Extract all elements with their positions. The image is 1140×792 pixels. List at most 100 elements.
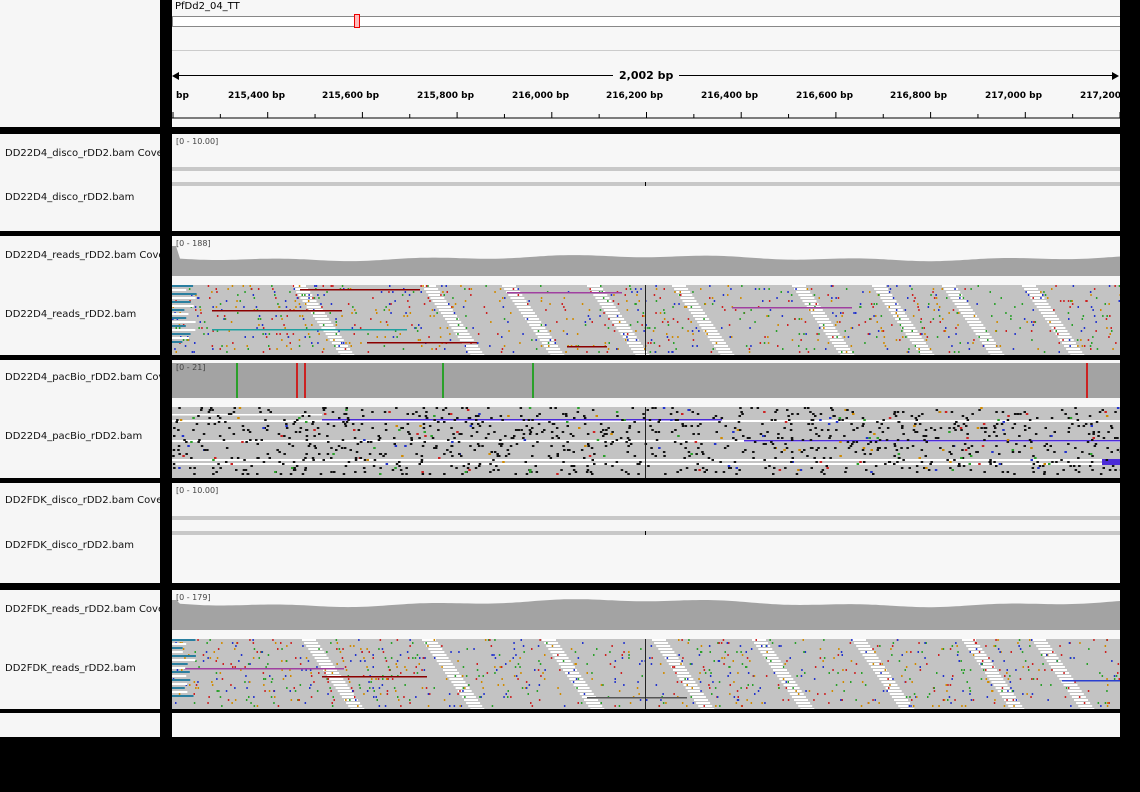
track-data-panel[interactable]: [0 - 10.00] [172,134,1120,231]
mismatch-base [780,451,783,453]
mismatch-base [698,654,701,656]
mismatch-base [673,666,676,668]
read-gap [975,333,990,335]
mismatch-base [584,445,587,447]
mismatch-base [545,324,547,326]
mismatch-base [293,687,295,689]
coverage-plot[interactable] [172,236,1120,276]
mismatch-base [650,447,653,449]
read-gap [329,678,344,680]
mismatch-base [519,342,521,344]
mismatch-base [368,651,370,653]
mismatch-base [243,459,246,461]
mismatch-base [350,345,352,347]
mismatch-base [855,699,857,701]
track-name-panel[interactable]: DD22D4_disco_rDD2.bam Coverage DD22D4_di… [0,134,160,231]
mismatch-base [1102,467,1105,469]
mismatch-base [346,417,350,419]
read-gap [306,645,321,647]
mismatch-base [237,417,240,419]
mismatch-base [993,425,996,427]
mismatch-base [985,678,988,680]
mismatch-base [1007,678,1010,680]
coverage-track-label[interactable]: DD22D4_disco_rDD2.bam Coverage [5,148,160,159]
mismatch-base [981,660,984,662]
mismatch-base [1000,297,1002,299]
mismatch-base [354,309,356,311]
mismatch-base [415,411,418,413]
mismatch-base [902,336,904,338]
mismatch-base [748,437,751,439]
track-name-panel[interactable]: DD22D4_pacBio_rDD2.bam Coverage DD22D4_p… [0,360,160,478]
mismatch-base [672,666,674,668]
mismatch-base [500,445,503,447]
mismatch-base [444,348,446,350]
mismatch-base [383,309,386,311]
mismatch-base [715,342,718,344]
variant-bar [236,363,238,398]
mismatch-base [1031,693,1034,695]
mismatch-base [291,445,295,447]
mismatch-base [221,642,223,644]
mismatch-base [305,453,308,455]
coverage-track-label[interactable]: DD2FDK_disco_rDD2.bam Coverage [5,495,160,506]
track-data-panel[interactable]: [0 - 21] [172,360,1120,478]
mismatch-base [625,288,628,290]
ruler-panel[interactable]: PfDd2_04_TT 2,002 bp bp 215,400 bp 215,6… [172,0,1120,127]
read-gap [616,327,631,329]
mismatch-base [876,336,878,338]
mismatch-base [814,666,817,668]
mismatch-base [761,423,764,425]
alignment-track-label[interactable]: DD2FDK_disco_rDD2.bam [5,540,134,551]
mismatch-base [944,411,948,413]
alignment-track-label[interactable]: DD22D4_pacBio_rDD2.bam [5,431,142,442]
mismatch-base [468,684,470,686]
coverage-track-label[interactable]: DD22D4_reads_rDD2.bam Coverage [5,250,160,261]
mismatch-base [884,463,887,465]
read-gap [296,291,311,293]
mismatch-base [729,672,732,674]
alignment-track-label[interactable]: DD22D4_reads_rDD2.bam [5,309,136,320]
mismatch-base [738,415,741,417]
mismatch-base [652,330,655,332]
mismatch-base [1071,324,1073,326]
mismatch-base [981,663,983,665]
mismatch-base [267,654,270,656]
mismatch-base [895,303,897,305]
track-data-panel[interactable]: [0 - 188] [172,236,1120,355]
mismatch-base [345,342,347,344]
mismatch-base [465,315,467,317]
mismatch-base [173,435,176,437]
coverage-plot[interactable] [172,590,1120,630]
track-name-panel[interactable]: DD2FDK_disco_rDD2.bam Coverage DD2FDK_di… [0,483,160,583]
mismatch-base [368,453,372,455]
mismatch-base [429,693,431,695]
mismatch-base [713,300,716,302]
mismatch-base [212,459,215,461]
mismatch-base [741,413,744,415]
mismatch-base [792,687,794,689]
track-data-panel[interactable]: [0 - 179] [172,590,1120,709]
mismatch-base [462,690,464,692]
alignment-track-label[interactable]: DD2FDK_reads_rDD2.bam [5,663,136,674]
mismatch-base [272,639,274,641]
mismatch-base [1062,339,1064,341]
variant-bar [1086,363,1088,398]
coverage-track-label[interactable]: DD2FDK_reads_rDD2.bam Coverage [5,604,160,615]
mismatch-base [245,699,248,701]
mismatch-base [646,409,649,411]
coverage-track-label[interactable]: DD22D4_pacBio_rDD2.bam Coverage [5,372,160,383]
track-name-panel[interactable]: DD22D4_reads_rDD2.bam Coverage DD22D4_re… [0,236,160,355]
mismatch-base [330,457,333,459]
mismatch-base [995,345,998,347]
mismatch-base [502,306,505,308]
mismatch-base [627,339,629,341]
track-data-panel[interactable]: [0 - 10.00] [172,483,1120,583]
mismatch-base [905,336,907,338]
track-name-panel[interactable]: DD2FDK_reads_rDD2.bam Coverage DD2FDK_re… [0,590,160,709]
mismatch-base [899,324,902,326]
alignment-track-label[interactable]: DD22D4_disco_rDD2.bam [5,192,134,203]
read-clip [172,313,189,315]
mismatch-base [835,297,837,299]
mismatch-base [667,324,670,326]
